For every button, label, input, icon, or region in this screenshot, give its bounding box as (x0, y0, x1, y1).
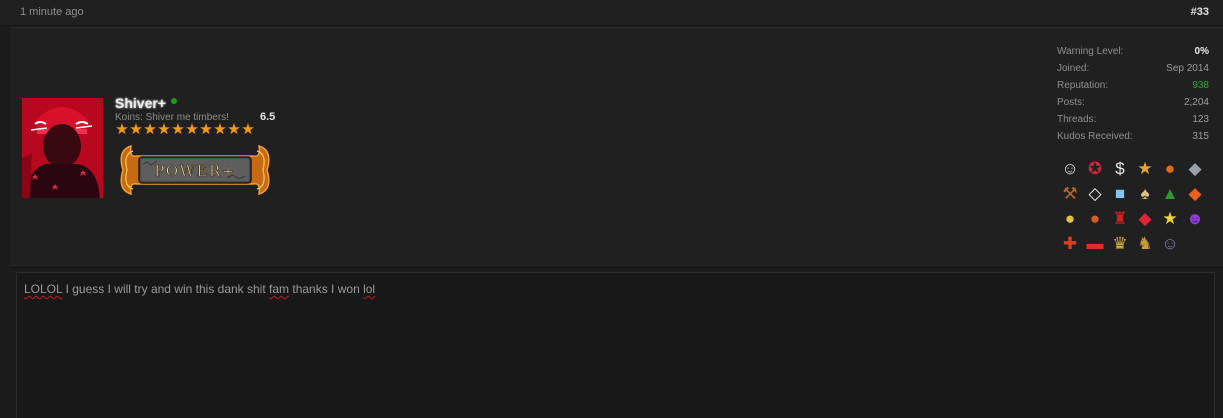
stat-value: Sep 2014 (1166, 63, 1209, 74)
post-message: LOLOL I guess I will try and win this da… (16, 272, 1215, 418)
car-emblem-icon[interactable]: ♞ (1133, 232, 1157, 256)
stat-label: Reputation: (1057, 80, 1109, 91)
reputation-star-icon: ★ (157, 121, 171, 138)
misspelled-word: fam (269, 282, 290, 296)
stat-value: 315 (1192, 131, 1209, 142)
power-plus-rank-badge: POWER+ (117, 142, 273, 198)
reputation-star-icon: ★ (241, 121, 255, 138)
stat-value: 0% (1194, 46, 1209, 57)
message-fragment: I guess I will try and win this dank shi… (62, 282, 270, 296)
ice-cube-icon[interactable]: ■ (1108, 182, 1132, 206)
trophy-icon[interactable]: ♛ (1108, 232, 1132, 256)
reputation-star-icon: ★ (213, 121, 227, 138)
stat-row: Joined: Sep 2014 (1057, 60, 1209, 77)
suit-icon[interactable]: ♠ (1133, 182, 1157, 206)
pumpkin-icon[interactable]: ● (1158, 157, 1182, 181)
stormtrooper-icon[interactable]: ☺ (1058, 157, 1082, 181)
stat-row: Reputation: 938 (1057, 77, 1209, 94)
reputation-star-icon: ★ (171, 121, 185, 138)
stat-row: Kudos Received: 315 (1057, 128, 1209, 145)
red-robot-icon[interactable]: ♜ (1108, 207, 1132, 231)
post-message-text: LOLOL I guess I will try and win this da… (24, 282, 375, 296)
star-award-icon[interactable]: ★ (1133, 157, 1157, 181)
misspelled-word: LOLOL (24, 282, 63, 296)
post-number-link[interactable]: #33 (1191, 6, 1209, 18)
stat-value: 123 (1192, 114, 1209, 125)
stat-label: Threads: (1057, 114, 1097, 125)
user-info-panel: Shiver+ Koins: Shiver me timbers! 6.5 ★ ★… (10, 27, 1223, 268)
reputation-star-icon: ★ (185, 121, 199, 138)
christmas-tree-icon[interactable]: ▲ (1158, 182, 1182, 206)
stat-label: Kudos Received: (1057, 131, 1133, 142)
reputation-stars: ★ ★ ★ ★ ★ ★ ★ ★ ★ ★ (115, 121, 255, 138)
award-row: ✚ ▬ ♛ ♞ ☺ (1058, 231, 1218, 256)
username-link[interactable]: Shiver+ (115, 95, 166, 111)
stat-label: Posts: (1057, 97, 1085, 108)
money-bag-icon[interactable]: $ (1108, 157, 1132, 181)
stat-value: 938 (1192, 80, 1209, 91)
devil-face-icon[interactable]: ☻ (1183, 207, 1207, 231)
reputation-star-icon: ★ (199, 121, 213, 138)
stat-row: Threads: 123 (1057, 111, 1209, 128)
hat-icon[interactable]: ◆ (1183, 157, 1207, 181)
captain-shield-icon[interactable]: ✪ (1083, 157, 1107, 181)
online-status-icon (171, 98, 177, 104)
stat-value: 2,204 (1183, 97, 1209, 108)
stat-label: Warning Level: (1057, 46, 1124, 57)
reputation-star-icon: ★ (227, 121, 241, 138)
pill-icon[interactable]: ▬ (1083, 232, 1107, 256)
ruby-icon[interactable]: ◆ (1133, 207, 1157, 231)
gold-medal-icon[interactable]: ● (1058, 207, 1082, 231)
reputation-star-icon: ★ (115, 121, 129, 138)
balls-icon[interactable]: ● (1083, 207, 1107, 231)
avatar[interactable] (22, 98, 103, 198)
stat-row: Posts: 2,204 (1057, 94, 1209, 111)
award-row: ● ● ♜ ◆ ★ ☻ (1058, 206, 1218, 231)
koins-value: 6.5 (260, 111, 276, 123)
gold-star-icon[interactable]: ★ (1158, 207, 1182, 231)
award-row: ⚒ ◇ ■ ♠ ▲ ◆ (1058, 181, 1218, 206)
stat-label: Joined: (1057, 63, 1090, 74)
gavel-icon[interactable]: ⚒ (1058, 182, 1082, 206)
gem-icon[interactable]: ◆ (1183, 182, 1207, 206)
post-header: 1 minute ago #33 (0, 0, 1223, 26)
reputation-star-icon: ★ (129, 121, 143, 138)
diamond-icon[interactable]: ◇ (1083, 182, 1107, 206)
crosshair-badge-icon[interactable]: ✚ (1058, 232, 1082, 256)
awards-grid: ☺ ✪ $ ★ ● ◆ ⚒ ◇ ■ ♠ ▲ ◆ ● ● ♜ ◆ ★ ☻ ✚ ▬ ♛ ♞ ☺ (1058, 156, 1218, 256)
misspelled-word: lol (363, 282, 376, 296)
reputation-star-icon: ★ (143, 121, 157, 138)
stat-row: Warning Level: 0% (1057, 43, 1209, 60)
rank-badge-label: POWER+ (154, 162, 236, 180)
portrait-icon[interactable]: ☺ (1158, 232, 1182, 256)
user-stats: Warning Level: 0% Joined: Sep 2014 Reputatio… (1057, 43, 1209, 145)
message-fragment: thanks I won (289, 282, 364, 296)
award-row: ☺ ✪ $ ★ ● ◆ (1058, 156, 1218, 181)
post-timestamp: 1 minute ago (20, 6, 84, 18)
